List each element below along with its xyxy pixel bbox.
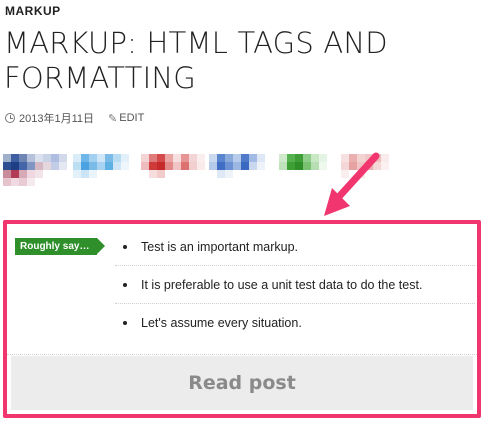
- edit-link[interactable]: EDIT: [119, 112, 144, 124]
- bullet-icon: [123, 321, 127, 325]
- pointer-arrow-icon: [324, 152, 380, 216]
- bullet-icon: [123, 282, 127, 287]
- summary-tag: Roughly say…: [15, 238, 106, 255]
- summary-point-text: Test is an important markup.: [141, 239, 299, 254]
- summary-content: Roughly say… Test is an important markup…: [11, 228, 475, 354]
- bullet-icon: [123, 244, 127, 249]
- post-summary-card: Roughly say… Test is an important markup…: [3, 220, 481, 418]
- summary-point: It is preferable to use a unit test data…: [115, 266, 475, 304]
- summary-point: Let's assume every situation.: [115, 304, 475, 342]
- pencil-icon: ✎: [108, 112, 118, 125]
- summary-point-text: Let's assume every situation.: [141, 316, 302, 330]
- post-title: MARKUP: HTML TAGS AND FORMATTING: [4, 26, 388, 95]
- clock-icon: [5, 113, 15, 123]
- summary-points: Test is an important markup. It is prefe…: [115, 228, 475, 342]
- summary-point-text: It is preferable to use a unit test data…: [141, 277, 423, 292]
- category-label[interactable]: MARKUP: [5, 4, 61, 18]
- post-date: 2013年1月11日: [19, 113, 95, 125]
- read-post-button[interactable]: Read post: [11, 356, 473, 410]
- summary-point: Test is an important markup.: [115, 228, 475, 266]
- post-meta: 2013年1月11日 ✎ EDIT: [5, 110, 144, 126]
- divider: [7, 354, 477, 355]
